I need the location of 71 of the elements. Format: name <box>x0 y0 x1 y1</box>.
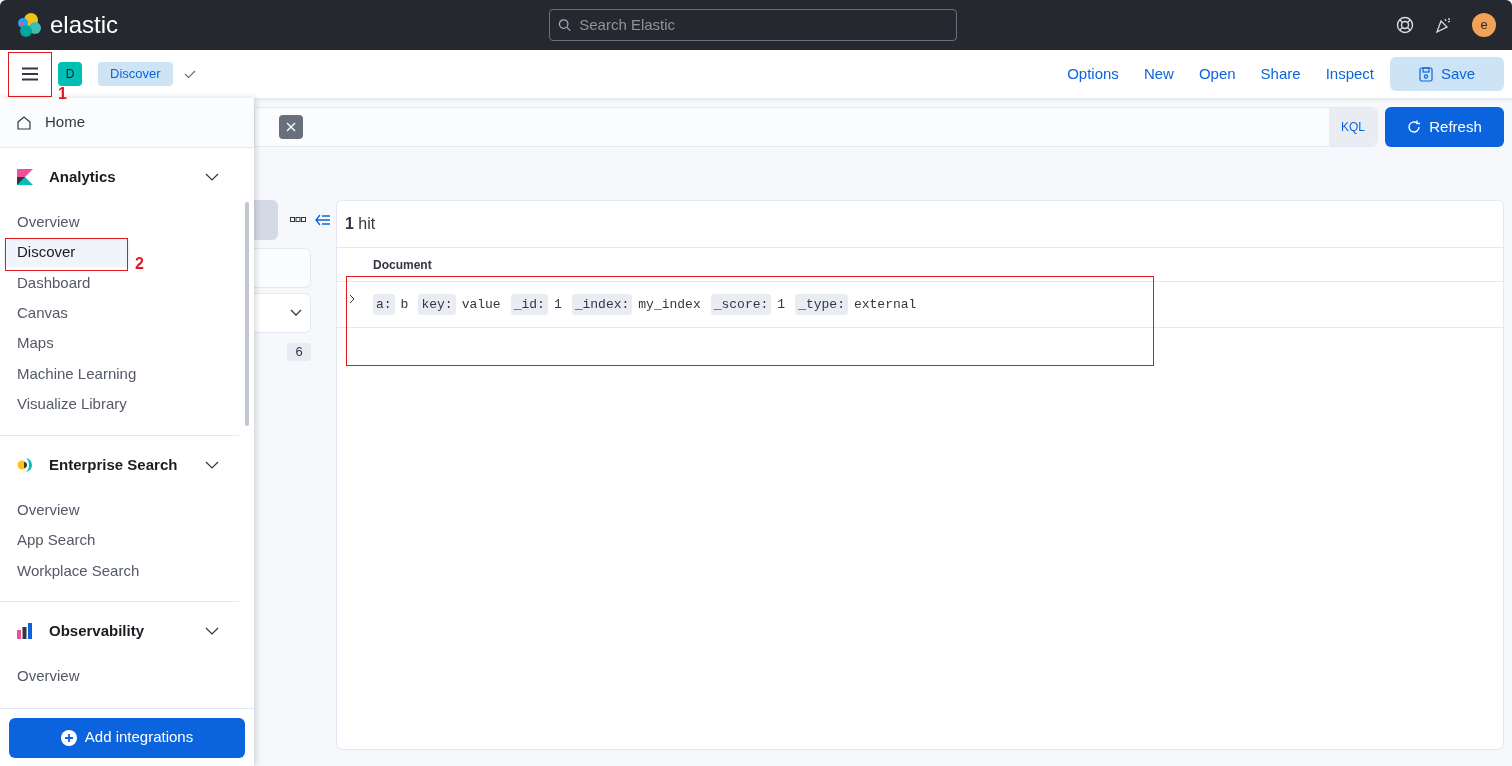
field-search[interactable] <box>254 248 311 288</box>
field-name: _type: <box>795 293 848 316</box>
field-name: _id: <box>510 293 548 316</box>
language-button[interactable]: KQL <box>1329 108 1377 146</box>
field-value: my_index <box>638 295 701 314</box>
chevron-right-icon[interactable] <box>347 294 357 304</box>
nav-item[interactable]: Maps <box>4 329 130 358</box>
field-type-dropdown[interactable] <box>254 293 311 333</box>
search-bar[interactable]: Search Elastic <box>549 9 957 41</box>
menu-link[interactable]: Options <box>1067 62 1119 86</box>
nav-group-header[interactable]: Observability <box>0 602 239 661</box>
plus-icon <box>60 729 77 746</box>
nav-item[interactable]: Overview <box>4 662 130 691</box>
clear-button[interactable] <box>279 115 303 139</box>
field-name: a: <box>373 293 395 316</box>
field-name: _score: <box>710 293 772 316</box>
chevron-down-icon <box>205 173 219 181</box>
chevron-down-icon <box>205 460 219 469</box>
chevron-down-icon <box>290 309 302 317</box>
refresh-icon <box>1407 120 1422 134</box>
menu-link[interactable]: Open <box>1198 62 1236 86</box>
menu-icon <box>20 67 39 81</box>
chevron-down-icon <box>205 627 219 636</box>
nav-item[interactable]: Workplace Search <box>4 556 148 585</box>
nav-item[interactable]: Overview <box>4 496 130 525</box>
nav-item[interactable]: Machine Learning <box>4 360 145 389</box>
collapse-icon <box>315 214 331 226</box>
sidebar-button[interactable] <box>254 200 278 240</box>
field-value: external <box>853 295 917 314</box>
nav-item[interactable]: Canvas <box>4 299 130 328</box>
nav-group-header[interactable]: Enterprise Search <box>0 435 239 494</box>
nav-item[interactable]: Overview <box>4 208 130 237</box>
search-field[interactable]: Search Elastic <box>579 13 948 37</box>
nav-item[interactable]: App Search <box>4 526 130 555</box>
field-count: 6 <box>287 343 311 361</box>
help-icon <box>1396 16 1414 34</box>
close-icon <box>286 122 296 132</box>
nav-item[interactable]: Dashboard <box>4 269 130 298</box>
user-avatar[interactable]: e <box>1472 13 1496 37</box>
more-icon <box>290 217 306 223</box>
menu-link[interactable]: New <box>1143 62 1174 86</box>
field-value: 1 <box>553 295 562 314</box>
party-popper-icon <box>1434 16 1452 34</box>
field-value: b <box>400 295 409 314</box>
home-icon <box>17 115 31 130</box>
nav-group-header[interactable]: Analytics <box>0 148 239 206</box>
field-name: _index: <box>571 293 633 316</box>
scrollbar[interactable] <box>245 202 249 426</box>
breadcrumb[interactable]: Discover <box>98 62 173 86</box>
logo-text: elastic <box>50 10 119 40</box>
analytics-icon <box>17 169 33 185</box>
menu-link[interactable]: Share <box>1260 62 1301 86</box>
search-icon <box>558 18 572 32</box>
nav-item[interactable]: Visualize Library <box>4 390 135 419</box>
annotation-box <box>8 52 52 97</box>
nav-item[interactable]: Discover <box>4 238 130 267</box>
menu-link[interactable]: Inspect <box>1325 62 1374 86</box>
observability-icon <box>17 623 33 640</box>
refresh-button[interactable]: Refresh <box>1385 107 1504 147</box>
hit-count: 1 hit <box>337 201 1503 248</box>
home-link[interactable]: Home <box>0 98 254 148</box>
field-value: value <box>461 295 501 314</box>
column-header: Document <box>373 256 432 274</box>
space-avatar[interactable]: D <box>58 62 82 86</box>
field-value: 1 <box>777 295 786 314</box>
annotation-number: 2 <box>135 256 144 272</box>
logo-icon <box>16 12 42 38</box>
field-name: key: <box>418 293 456 316</box>
add-integrations-button[interactable]: Add integrations <box>9 717 245 758</box>
save-button[interactable]: Save <box>1390 57 1504 91</box>
enterprise-icon <box>17 456 33 473</box>
